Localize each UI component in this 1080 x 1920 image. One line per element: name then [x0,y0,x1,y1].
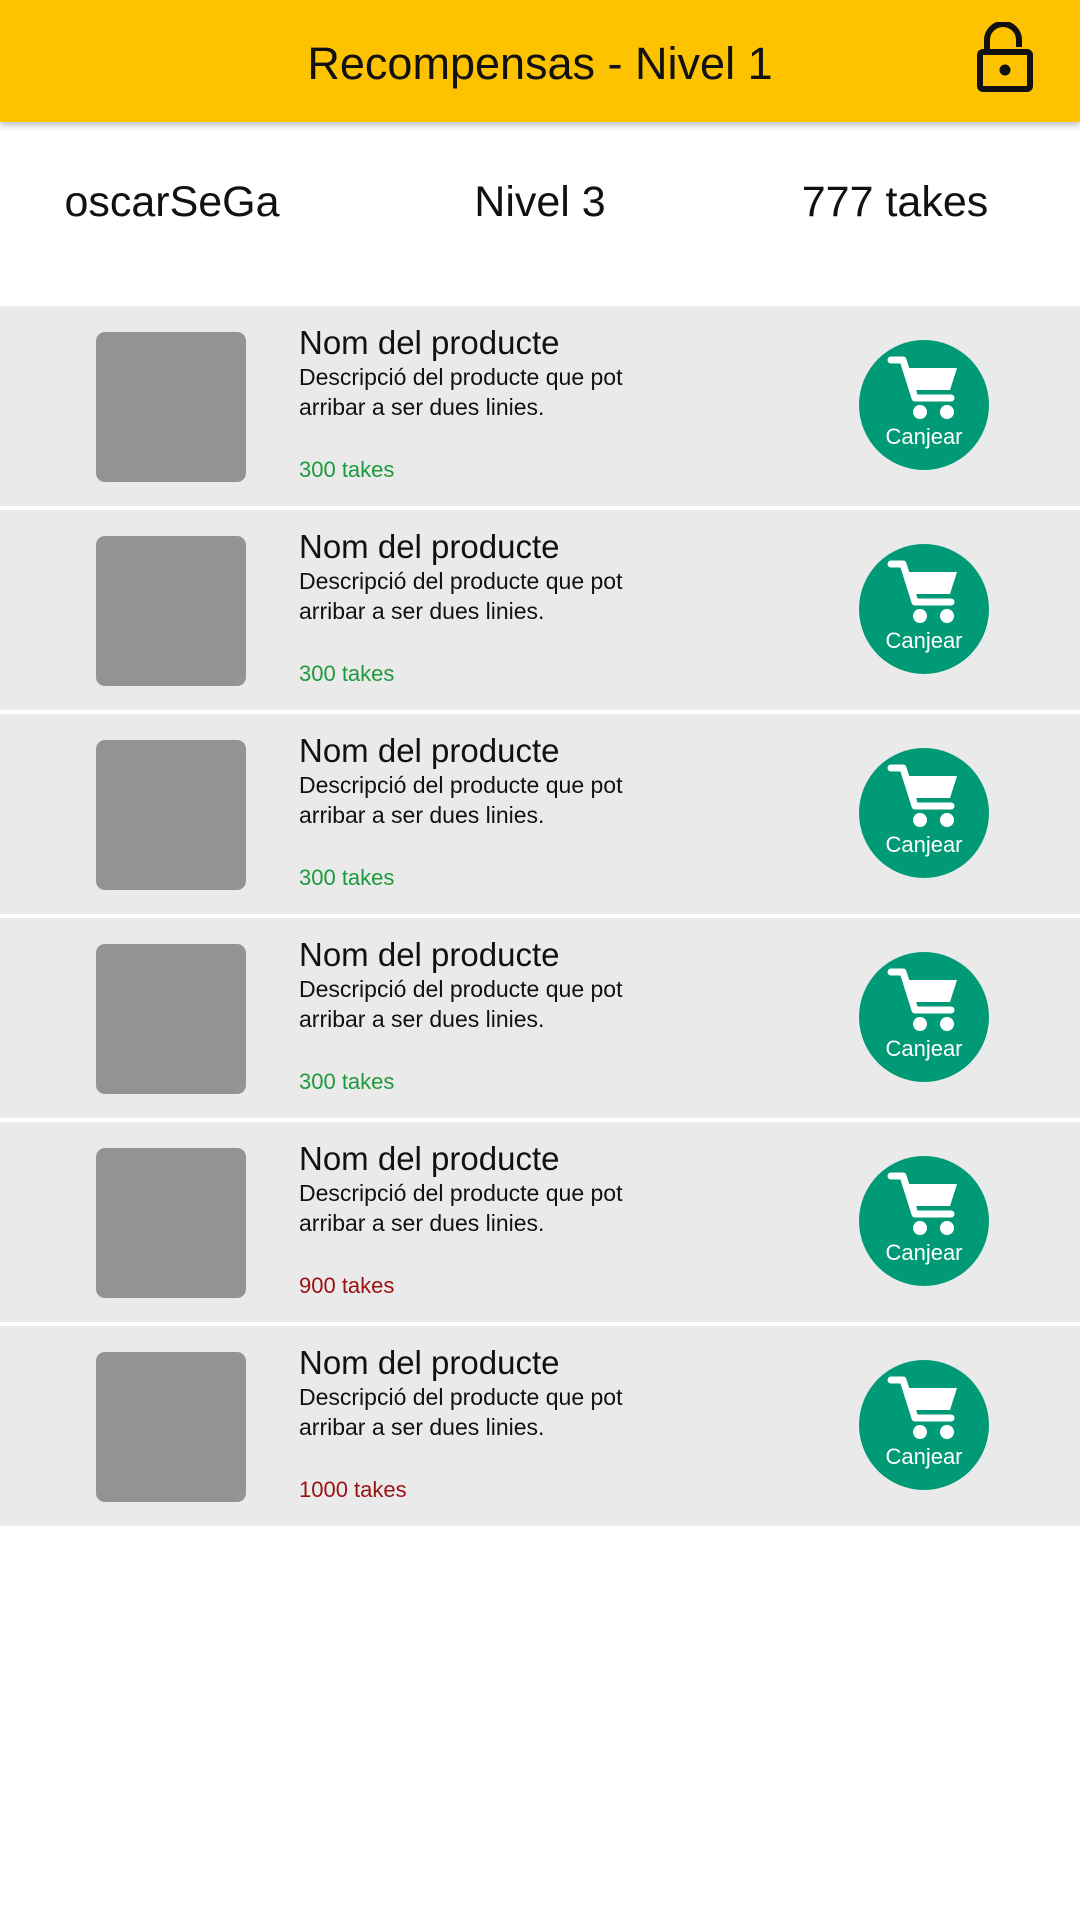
user-summary: oscarSeGa Nivel 3 777 takes [0,122,1080,306]
redeem-button-label: Canjear [885,832,963,857]
shopping-cart-icon [887,966,963,1036]
product-image [96,1148,246,1298]
product-image [96,1352,246,1502]
redeem-button-label: Canjear [885,1036,963,1061]
app-header: Recompensas - Nivel 1 [0,0,1080,122]
product-description: Descripció del producte que pot arribar … [299,976,623,1032]
product-price: 300 takes [299,865,395,890]
product-row: Nom del producte Descripció del producte… [0,510,1080,710]
product-row: Nom del producte Descripció del producte… [0,1326,1080,1526]
unlocked-padlock-icon [977,22,1033,92]
product-row: Nom del producte Descripció del producte… [0,306,1080,506]
shopping-cart-icon [887,558,963,628]
product-price: 300 takes [299,1069,395,1094]
user-level: Nivel 3 [474,178,606,226]
shopping-cart-icon [887,354,963,424]
redeem-button[interactable]: Canjear [859,544,989,674]
product-name: Nom del producte [299,1344,560,1381]
redeem-button[interactable]: Canjear [859,748,989,878]
shopping-cart-icon [887,1170,963,1240]
redeem-button-label: Canjear [885,1444,963,1469]
redeem-button[interactable]: Canjear [859,1360,989,1490]
unlock-button[interactable] [975,22,1035,92]
user-takes-balance: 777 takes [801,178,989,226]
product-row: Nom del producte Descripció del producte… [0,918,1080,1118]
product-name: Nom del producte [299,732,560,769]
redeem-button-label: Canjear [885,628,963,653]
product-row: Nom del producte Descripció del producte… [0,1122,1080,1322]
product-description: Descripció del producte que pot arribar … [299,364,623,420]
page-title: Recompensas - Nivel 1 [307,38,773,89]
product-name: Nom del producte [299,528,560,565]
product-price: 300 takes [299,457,395,482]
product-name: Nom del producte [299,936,560,973]
username: oscarSeGa [64,178,280,226]
rewards-screen: Recompensas - Nivel 1 oscarSeGa Nivel 3 … [0,0,1080,1920]
redeem-button[interactable]: Canjear [859,1156,989,1286]
product-image [96,740,246,890]
product-name: Nom del producte [299,324,560,361]
product-image [96,536,246,686]
redeem-button-label: Canjear [885,424,963,449]
product-price: 300 takes [299,661,395,686]
shopping-cart-icon [887,1374,963,1444]
product-description: Descripció del producte que pot arribar … [299,1384,623,1440]
redeem-button-label: Canjear [885,1240,963,1265]
redeem-button[interactable]: Canjear [859,952,989,1082]
redeem-button[interactable]: Canjear [859,340,989,470]
product-list: Nom del producte Descripció del producte… [0,306,1080,1530]
product-price: 900 takes [299,1273,395,1298]
product-row: Nom del producte Descripció del producte… [0,714,1080,914]
product-description: Descripció del producte que pot arribar … [299,1180,623,1236]
product-name: Nom del producte [299,1140,560,1177]
product-image [96,944,246,1094]
product-description: Descripció del producte que pot arribar … [299,772,623,828]
product-image [96,332,246,482]
product-description: Descripció del producte que pot arribar … [299,568,623,624]
product-price: 1000 takes [299,1477,407,1502]
shopping-cart-icon [887,762,963,832]
